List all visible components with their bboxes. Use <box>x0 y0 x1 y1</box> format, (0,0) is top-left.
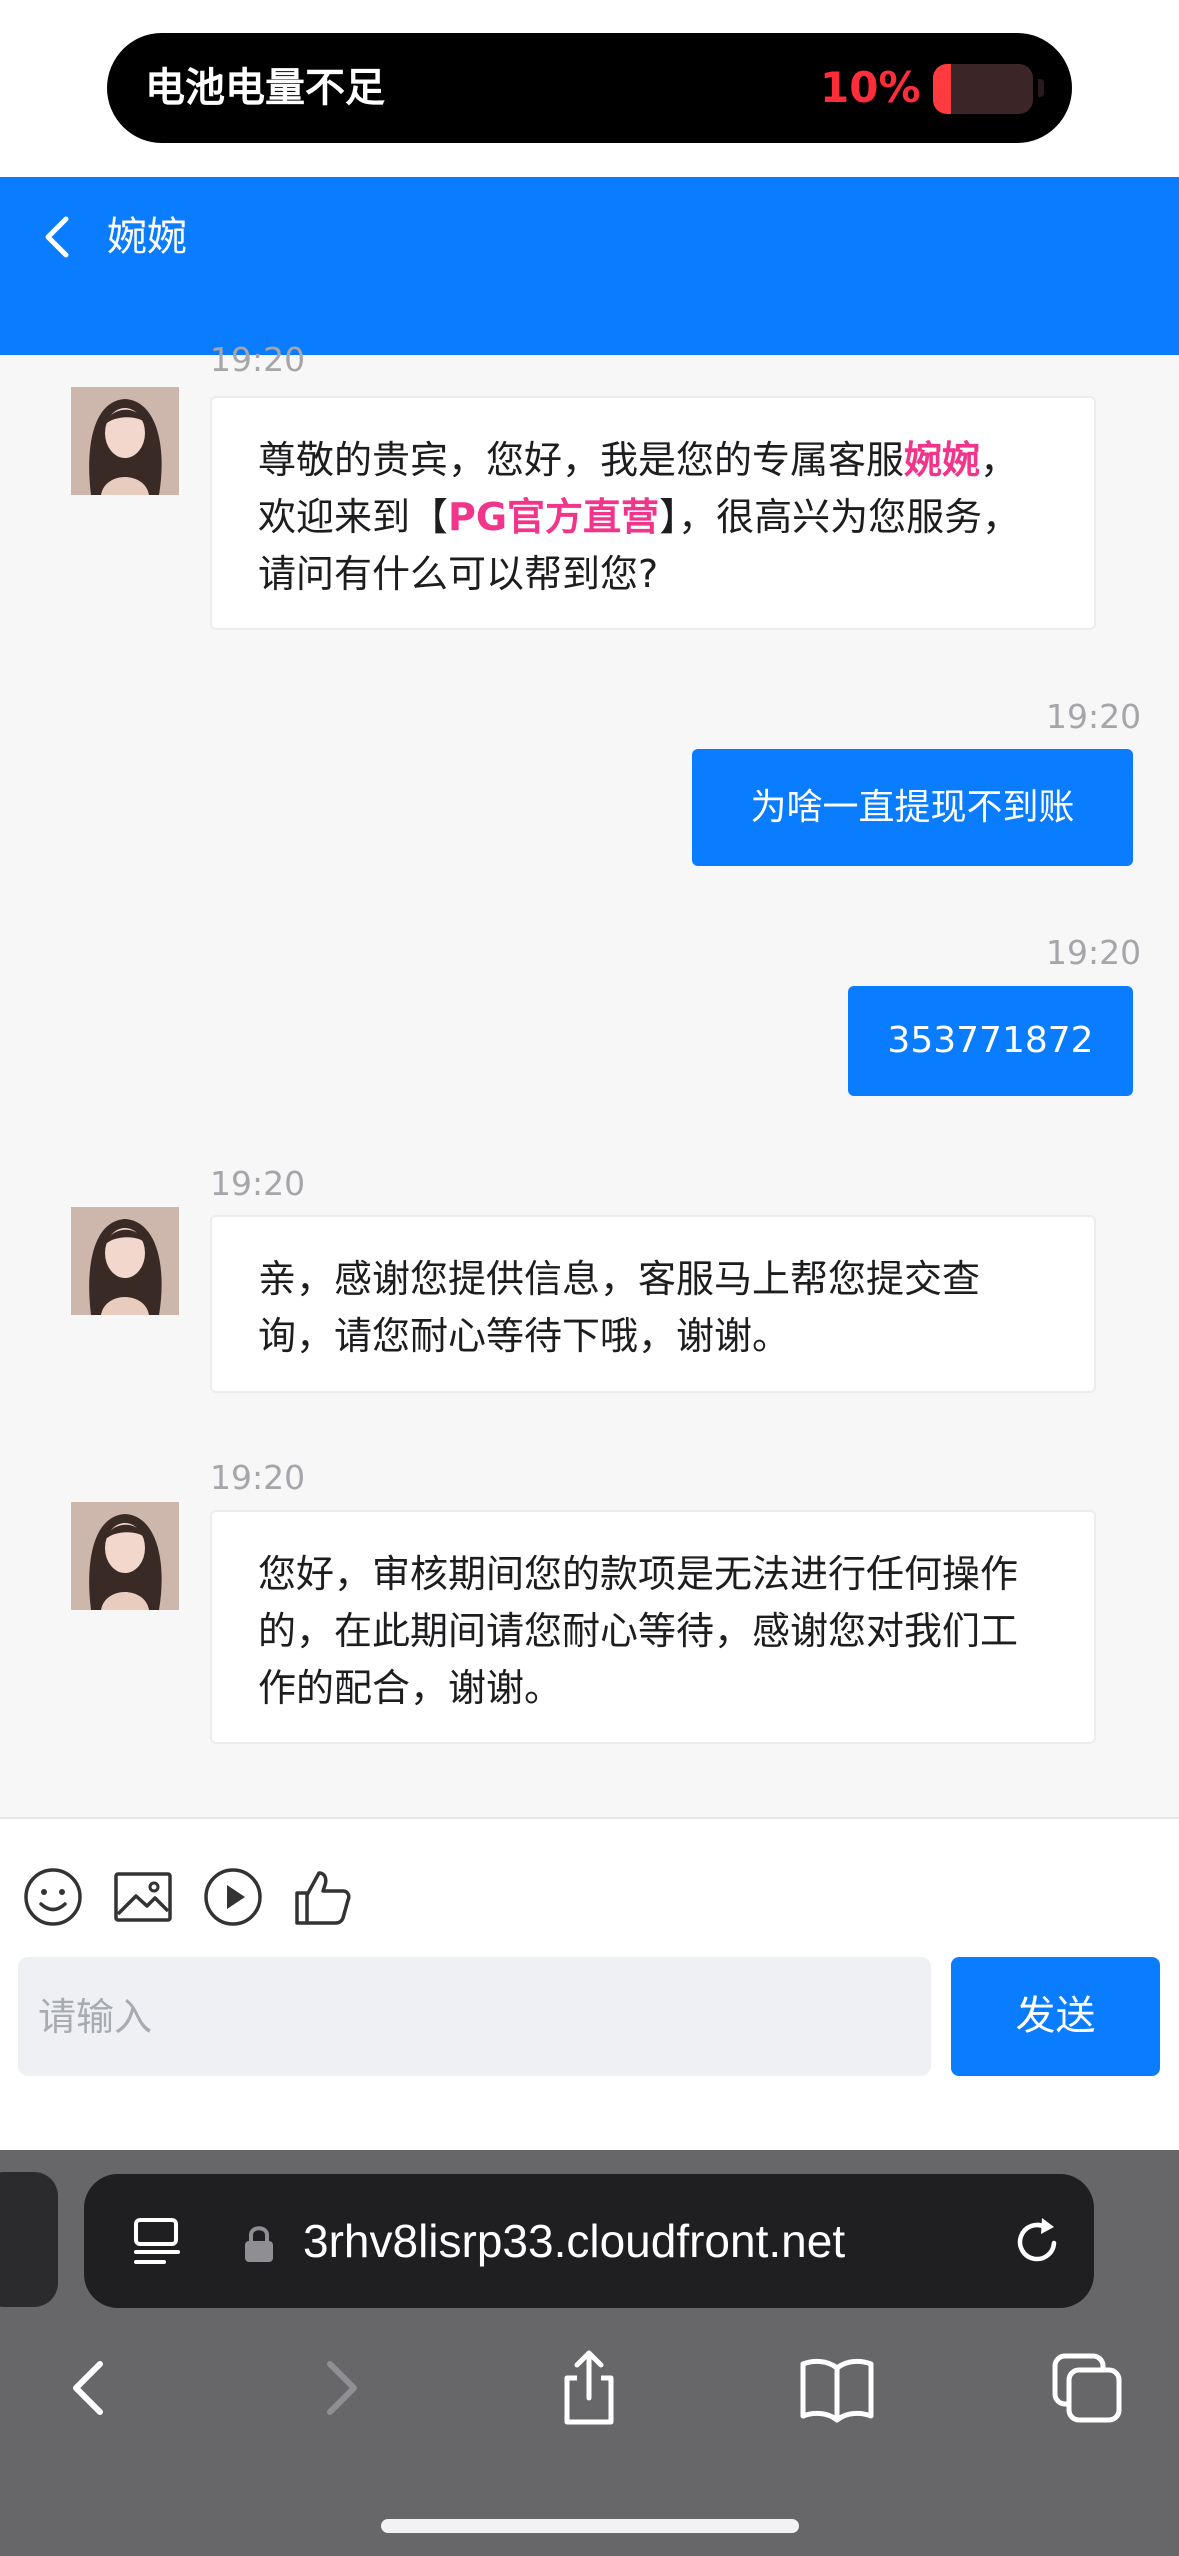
forward-icon[interactable] <box>302 2348 382 2428</box>
agent-avatar[interactable] <box>71 1502 179 1610</box>
message-time: 19:20 <box>1046 933 1142 972</box>
home-indicator <box>381 2519 799 2533</box>
agent-message-bubble: 亲，感谢您提供信息，客服马上帮您提交查询，请您耐心等待下哦，谢谢。 <box>210 1215 1096 1393</box>
bookmarks-icon[interactable] <box>797 2348 877 2428</box>
send-button[interactable]: 发送 <box>951 1957 1160 2076</box>
previous-tab-preview[interactable] <box>0 2172 58 2307</box>
low-battery-alert: 电池电量不足 10% <box>107 33 1072 143</box>
chat-title: 婉婉 <box>107 214 187 260</box>
agent-message-bubble: 尊敬的贵宾，您好，我是您的专属客服婉婉，欢迎来到【PG官方直营】，很高兴为您服务… <box>210 396 1096 630</box>
composer-area: 发送 <box>0 1817 1179 2152</box>
message-text: 尊敬的贵宾，您好，我是您的专属客服 <box>258 438 905 482</box>
message-time: 19:20 <box>210 1458 306 1497</box>
share-icon[interactable] <box>549 2348 629 2428</box>
battery-level-fill <box>933 64 951 114</box>
message-time: 19:20 <box>210 340 306 379</box>
browser-toolbar: 3rhv8lisrp33.cloudfront.net <box>0 2150 1179 2556</box>
battery-warning-text: 电池电量不足 <box>145 65 385 111</box>
user-message-bubble: 353771872 <box>848 986 1133 1096</box>
battery-percent: 10% <box>820 63 921 112</box>
agent-name-highlight: 婉婉 <box>904 438 981 482</box>
reload-icon[interactable] <box>1008 2212 1066 2270</box>
url-text: 3rhv8lisrp33.cloudfront.net <box>303 2215 846 2267</box>
address-bar[interactable]: 3rhv8lisrp33.cloudfront.net <box>84 2174 1094 2308</box>
agent-avatar[interactable] <box>71 1207 179 1315</box>
battery-nub <box>1038 79 1044 97</box>
brand-highlight: PG官方直营 <box>448 495 660 539</box>
status-area: 电池电量不足 10% <box>0 0 1179 177</box>
message-input[interactable] <box>18 1957 931 2076</box>
agent-message-bubble: 您好，审核期间您的款项是无法进行任何操作的，在此期间请您耐心等待，感谢您对我们工… <box>210 1510 1096 1744</box>
play-icon[interactable] <box>201 1865 265 1929</box>
back-icon[interactable] <box>48 2348 128 2428</box>
image-icon[interactable] <box>111 1865 175 1929</box>
message-time: 19:20 <box>210 1164 306 1203</box>
thumbs-up-icon[interactable] <box>291 1865 355 1929</box>
chat-header: 婉婉 <box>0 177 1179 355</box>
lock-icon <box>245 2226 273 2262</box>
agent-avatar[interactable] <box>71 387 179 495</box>
smiley-icon[interactable] <box>21 1865 85 1929</box>
message-time: 19:20 <box>1046 697 1142 736</box>
user-message-bubble: 为啥一直提现不到账 <box>692 749 1133 866</box>
battery-icon <box>933 64 1033 114</box>
chevron-left-icon[interactable] <box>36 207 86 267</box>
tabs-icon[interactable] <box>1047 2348 1127 2428</box>
reader-icon[interactable] <box>130 2214 186 2270</box>
